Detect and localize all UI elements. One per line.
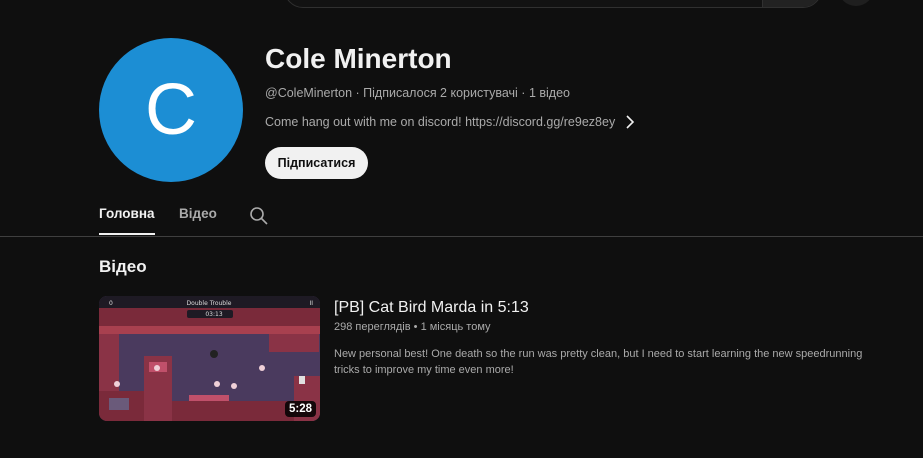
video-count: 1 відео xyxy=(528,86,570,100)
meta-separator: · xyxy=(355,86,360,100)
video-duration: 5:28 xyxy=(284,401,316,417)
subscriber-count: Підписалося 2 користувачі xyxy=(363,86,518,100)
avatar-letter: C xyxy=(145,70,197,150)
channel-handle: @ColeMinerton xyxy=(265,86,353,100)
thumb-hud-right: II xyxy=(309,300,313,307)
channel-avatar: C xyxy=(99,38,243,182)
thumb-hud-timer: 03:13 xyxy=(205,311,222,318)
meta-dot: • xyxy=(413,321,418,333)
subscribe-button[interactable]: Підписатися xyxy=(265,147,368,179)
section-title: Відео xyxy=(99,257,147,276)
meta-separator: · xyxy=(521,86,526,100)
video-meta: 298 переглядів • 1 місяць тому xyxy=(334,321,491,333)
tabs-divider xyxy=(0,236,923,237)
tab-videos[interactable]: Відео xyxy=(179,206,217,221)
topbar-voice-button[interactable] xyxy=(838,0,874,6)
chevron-right-icon[interactable] xyxy=(625,115,635,129)
active-tab-indicator xyxy=(99,233,155,235)
channel-name: Cole Minerton xyxy=(265,43,452,74)
thumb-hud-title: Double Trouble xyxy=(187,300,232,307)
search-icon[interactable] xyxy=(249,206,269,226)
thumb-hud-left: 0 xyxy=(109,300,113,307)
video-views: 298 переглядів xyxy=(334,321,411,333)
channel-meta: @ColeMinerton · Підписалося 2 користувач… xyxy=(265,86,570,100)
tab-home[interactable]: Головна xyxy=(99,206,155,221)
video-age: 1 місяць тому xyxy=(420,321,491,333)
topbar-search-box[interactable] xyxy=(284,0,822,8)
topbar-search-button[interactable] xyxy=(762,0,821,7)
channel-description-text: Come hang out with me on discord! https:… xyxy=(265,115,616,129)
video-title[interactable]: [PB] Cat Bird Marda in 5:13 xyxy=(334,299,529,317)
video-thumbnail[interactable]: Double Trouble 03:13 0 II 5:28 xyxy=(99,296,320,421)
channel-description[interactable]: Come hang out with me on discord! https:… xyxy=(265,114,635,130)
video-description: New personal best! One death so the run … xyxy=(334,348,863,376)
